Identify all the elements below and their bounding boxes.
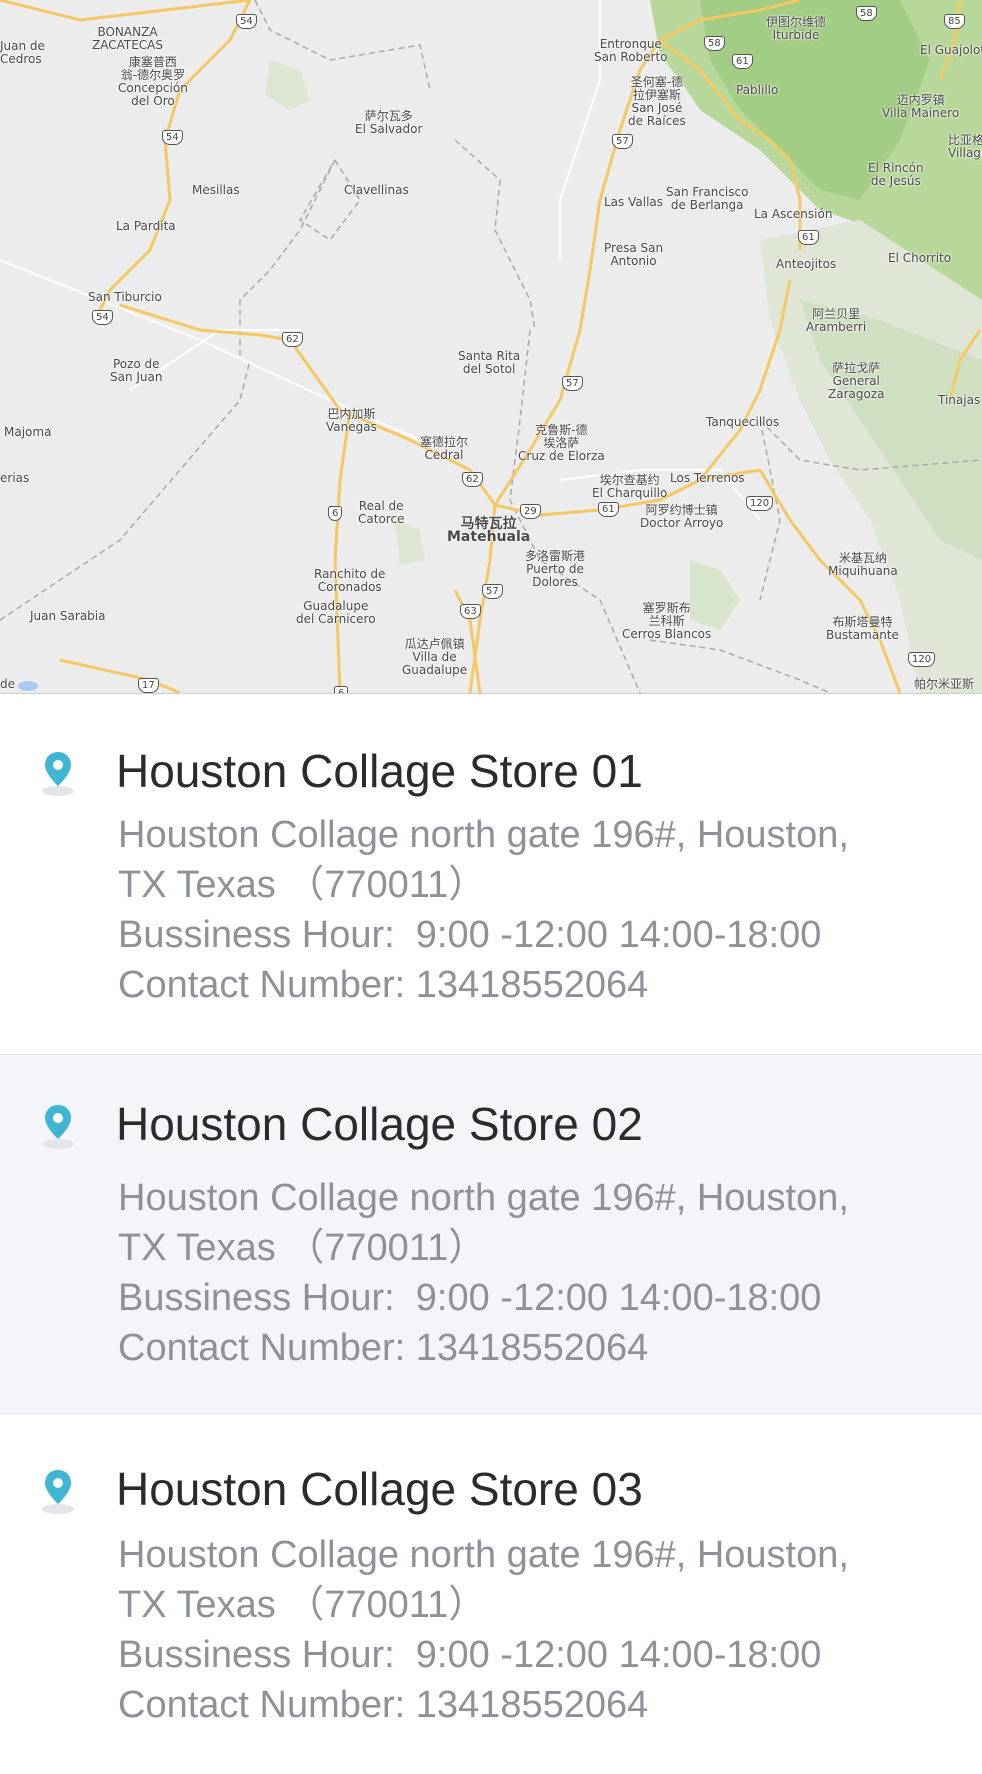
map-label: Tanquecillos — [706, 415, 780, 429]
store-name: Houston Collage Store 01 — [116, 745, 643, 797]
map-label: Los Terrenos — [670, 471, 745, 485]
map-label: 比亚格 Villagr — [948, 133, 982, 160]
map-label: de — [0, 677, 15, 691]
map-label: Mesillas — [192, 183, 240, 197]
map-label: Entronque San Roberto — [594, 37, 668, 64]
highway-shield: 61 — [798, 230, 819, 245]
map-label: Ranchito de Coronados — [314, 567, 386, 594]
highway-shield: 57 — [562, 376, 583, 391]
store-address: Houston Collage north gate 196#, Houston… — [118, 1534, 849, 1576]
map-label: Las Vallas — [604, 195, 664, 209]
map-label: 米基瓦纳 Miquihuana — [828, 551, 898, 578]
map-label: BONANZA ZACATECAS — [92, 25, 163, 52]
store-hours: Bussiness Hour: 9:00 -12:00 14:00-18:00 — [118, 1277, 822, 1319]
map-label: 巴内加斯 Vanegas — [326, 407, 377, 434]
map-label: 萨拉戈萨 General Zaragoza — [828, 361, 885, 401]
highway-shield: 62 — [462, 472, 483, 487]
store-address: Houston Collage north gate 196#, Houston… — [118, 1177, 849, 1219]
store-hours: Bussiness Hour: 9:00 -12:00 14:00-18:00 — [118, 1634, 822, 1676]
store-contact: Contact Number: 13418552064 — [118, 1327, 649, 1369]
map-view[interactable]: BONANZA ZACATECAS Juan de Cedros 康塞普西 翁-… — [0, 0, 982, 694]
highway-shield: 29 — [520, 504, 541, 519]
highway-shield: 54 — [162, 130, 183, 145]
map-label: 帕尔米亚斯 — [914, 677, 975, 691]
map-label: Tinajas — [938, 393, 981, 407]
highway-shield: 57 — [612, 134, 633, 149]
highway-shield: 54 — [236, 14, 257, 29]
map-label: El Chorrito — [888, 251, 952, 265]
store-name: Houston Collage Store 03 — [116, 1463, 643, 1515]
map-label: 塞罗斯布 兰科斯 Cerros Blancos — [622, 601, 712, 641]
highway-shield: 61 — [598, 502, 619, 517]
map-label: 多洛雷斯港 Puerto de Dolores — [525, 549, 586, 589]
map-label: 圣何塞-德 拉伊塞斯 San José de Raíces — [628, 75, 686, 128]
highway-shield: 63 — [460, 604, 481, 619]
map-label: 布斯塔曼特 Bustamante — [826, 615, 899, 642]
map-label: Clavellinas — [344, 183, 409, 197]
store-list-item[interactable]: Houston Collage Store 01 Houston Collage… — [0, 694, 982, 1055]
highway-shield: 17 — [138, 678, 159, 693]
highway-shield: 62 — [282, 332, 303, 347]
highway-shield: 54 — [92, 310, 113, 325]
map-label: 埃尔查基约 El Charquillo — [592, 473, 668, 500]
map-label: 康塞普西 翁-德尔奥罗 Concepción del Oro — [118, 55, 188, 108]
highway-shield: 6 — [334, 686, 349, 693]
store-list-item[interactable]: Houston Collage Store 03 Houston Collage… — [0, 1414, 982, 1774]
map-label: San Tiburcio — [88, 290, 162, 304]
map-label: Juan Sarabia — [30, 609, 106, 623]
location-pin-icon — [42, 752, 74, 796]
map-label: Santa Rita del Sotol — [458, 349, 521, 376]
store-name: Houston Collage Store 02 — [116, 1098, 643, 1150]
map-label: 阿兰贝里 Aramberri — [806, 307, 867, 334]
store-contact: Contact Number: 13418552064 — [118, 964, 649, 1006]
map-label: Real de Catorce — [358, 499, 405, 526]
map-label: Majoma — [4, 425, 52, 439]
map-label: Anteojitos — [776, 257, 837, 271]
highway-shield: 120 — [908, 652, 936, 667]
highway-shield: 58 — [856, 6, 877, 21]
highway-shield: 61 — [732, 54, 753, 69]
map-label: Pozo de San Juan — [110, 357, 163, 384]
store-address: TX Texas （770011） — [118, 864, 487, 906]
map-label: El Guajolot — [920, 43, 982, 57]
store-hours: Bussiness Hour: 9:00 -12:00 14:00-18:00 — [118, 914, 822, 956]
store-address: TX Texas （770011） — [118, 1584, 487, 1626]
map-label: 迈内罗镇 Villa Mainero — [882, 93, 960, 120]
map-label: La Ascensión — [754, 207, 833, 221]
map-label: Presa San Antonio — [604, 241, 664, 268]
store-address: Houston Collage north gate 196#, Houston… — [118, 814, 849, 856]
map-label: Juan de Cedros — [0, 39, 45, 66]
store-contact: Contact Number: 13418552064 — [118, 1684, 649, 1726]
map-label: El Rincón de Jesús — [868, 161, 924, 188]
map-label: Pablillo — [736, 83, 779, 97]
map-label: 马特瓦拉 Matehuala — [447, 516, 531, 545]
store-list: Houston Collage Store 01 Houston Collage… — [0, 694, 982, 1774]
highway-shield: 57 — [482, 584, 503, 599]
map-label: 瓜达卢佩镇 Villa de Guadalupe — [402, 637, 468, 677]
map-label: 克鲁斯-德 埃洛萨 Cruz de Elorza — [518, 423, 605, 463]
map-label: 萨尔瓦多 El Salvador — [355, 109, 423, 136]
map-label: Guadalupe del Carnicero — [296, 599, 376, 626]
map-label: 塞德拉尔 Cedral — [420, 435, 469, 462]
map-label: San Francisco de Berlanga — [666, 185, 749, 212]
location-pin-icon — [42, 1105, 74, 1149]
map-label: 阿罗约博士镇 Doctor Arroyo — [640, 503, 724, 530]
map-label: La Pardita — [116, 219, 176, 233]
map-label: erias — [0, 471, 30, 485]
highway-shield: 120 — [746, 496, 774, 511]
location-pin-icon — [42, 1470, 74, 1514]
highway-shield: 85 — [944, 14, 965, 29]
store-address: TX Texas （770011） — [118, 1227, 487, 1269]
store-list-item-selected[interactable]: Houston Collage Store 02 Houston Collage… — [0, 1055, 982, 1414]
map-label: 伊图尔维德 Iturbide — [766, 15, 827, 42]
highway-shield: 58 — [704, 36, 725, 51]
